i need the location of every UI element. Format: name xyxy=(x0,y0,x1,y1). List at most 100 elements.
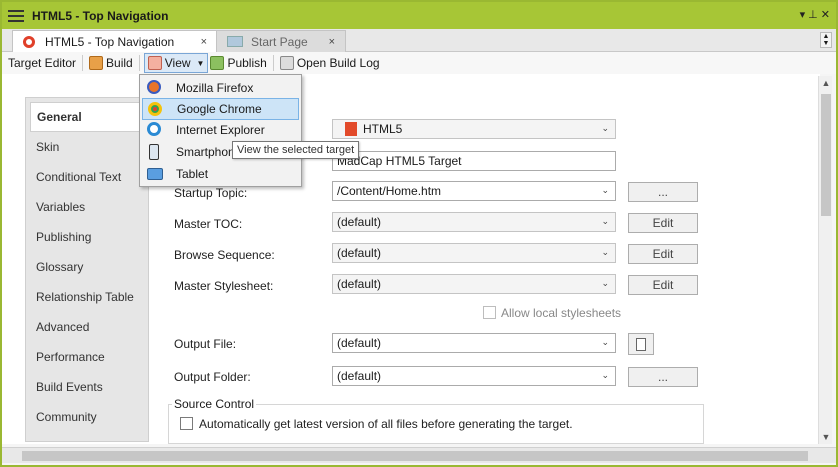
tab-scroll-button[interactable]: ▲ ▼ xyxy=(820,32,832,48)
menu-item-tablet[interactable]: Tablet xyxy=(142,163,299,185)
sidebar-item-conditional-text[interactable]: Conditional Text xyxy=(26,162,150,192)
output-file-button[interactable] xyxy=(628,333,654,355)
output-folder-select[interactable]: (default) ⌄ xyxy=(332,366,616,386)
allow-local-stylesheets-label: Allow local stylesheets xyxy=(501,306,622,320)
chevron-down-icon: ⌄ xyxy=(601,278,609,288)
output-folder-value: (default) xyxy=(337,369,382,383)
build-label: Build xyxy=(106,56,133,70)
toolbar-separator xyxy=(138,55,140,71)
master-stylesheet-edit-button[interactable]: Edit xyxy=(628,275,698,295)
chevron-down-icon: ⌄ xyxy=(601,185,609,195)
view-dropdown-menu: Mozilla Firefox Google Chrome Internet E… xyxy=(139,74,302,187)
internet-explorer-icon xyxy=(147,122,161,136)
tab-close-icon[interactable]: × xyxy=(329,36,335,48)
tablet-icon xyxy=(147,168,163,180)
tab-strip: HTML5 - Top Navigation × Start Page × xyxy=(2,29,836,52)
scroll-up-icon[interactable]: ▲ xyxy=(819,78,833,88)
allow-local-stylesheets-checkbox[interactable] xyxy=(483,306,496,319)
output-folder-label: Output Folder: xyxy=(174,370,251,384)
sidebar-item-advanced[interactable]: Advanced xyxy=(26,312,150,342)
tab-html5-top-navigation[interactable]: HTML5 - Top Navigation × xyxy=(12,30,218,52)
browse-sequence-edit-button[interactable]: Edit xyxy=(628,244,698,264)
master-stylesheet-label: Master Stylesheet: xyxy=(174,279,274,293)
build-icon xyxy=(89,56,104,70)
chevron-down-icon: ⌄ xyxy=(601,216,609,226)
chrome-icon xyxy=(148,102,162,116)
vertical-scrollbar[interactable]: ▲ ▼ xyxy=(818,76,832,444)
publish-button[interactable]: Publish xyxy=(208,53,268,73)
app-window: HTML5 - Top Navigation ▾ ⊥ ✕ HTML5 - Top… xyxy=(0,0,838,467)
sidebar-item-variables[interactable]: Variables xyxy=(26,192,150,222)
publish-label: Publish xyxy=(227,56,267,70)
startup-topic-value: /Content/Home.htm xyxy=(337,184,442,198)
tab-start-page[interactable]: Start Page × xyxy=(216,30,346,52)
menu-item-firefox[interactable]: Mozilla Firefox xyxy=(142,77,299,99)
sidebar-item-performance[interactable]: Performance xyxy=(26,342,150,372)
output-file-value: (default) xyxy=(337,336,382,350)
sidebar-item-community[interactable]: Community xyxy=(26,402,150,432)
tab-label: HTML5 - Top Navigation xyxy=(45,34,175,49)
browse-sequence-value: (default) xyxy=(337,246,382,260)
master-toc-value: (default) xyxy=(337,215,382,229)
window-title: HTML5 - Top Navigation xyxy=(32,8,169,23)
master-toc-select[interactable]: (default) ⌄ xyxy=(332,212,616,232)
master-stylesheet-select[interactable]: (default) ⌄ xyxy=(332,274,616,294)
menu-item-internet-explorer[interactable]: Internet Explorer xyxy=(142,119,299,141)
firefox-icon xyxy=(147,80,161,94)
sidebar-item-glossary[interactable]: Glossary xyxy=(26,252,150,282)
open-build-log-button[interactable]: Open Build Log xyxy=(278,53,382,73)
menu-item-label: Google Chrome xyxy=(177,102,262,116)
chevron-down-icon: ⌄ xyxy=(601,247,609,257)
file-icon xyxy=(636,337,646,351)
output-folder-browse-button[interactable]: ... xyxy=(628,367,698,387)
menu-item-label: Tablet xyxy=(176,167,209,181)
window-titlebar: HTML5 - Top Navigation ▾ ⊥ ✕ xyxy=(2,2,836,29)
horizontal-scrollbar[interactable] xyxy=(2,447,836,463)
sidebar-item-publishing[interactable]: Publishing xyxy=(26,222,150,252)
startup-topic-browse-button[interactable]: ... xyxy=(628,182,698,202)
target-editor-label: Target Editor xyxy=(8,56,77,70)
source-control-label: Source Control xyxy=(172,397,257,411)
menu-icon[interactable] xyxy=(8,9,24,22)
toolbar-separator xyxy=(82,55,84,71)
master-stylesheet-value: (default) xyxy=(337,277,382,291)
chevron-down-icon[interactable]: ▼ xyxy=(197,59,205,68)
toolbar: Target Editor Build View ▼ Publish Open … xyxy=(2,52,836,74)
chevron-down-icon: ⌄ xyxy=(601,370,609,380)
sidebar-item-relationship-table[interactable]: Relationship Table xyxy=(26,282,150,312)
view-button[interactable]: View ▼ xyxy=(143,53,209,73)
scroll-thumb[interactable] xyxy=(821,94,831,216)
master-toc-edit-button[interactable]: Edit xyxy=(628,213,698,233)
output-type-value: HTML5 xyxy=(363,122,403,136)
scroll-thumb[interactable] xyxy=(22,451,808,461)
window-controls[interactable]: ▾ ⊥ ✕ xyxy=(800,8,830,21)
menu-item-chrome[interactable]: Google Chrome xyxy=(142,98,299,120)
menu-item-label: Internet Explorer xyxy=(176,123,265,137)
smartphone-icon xyxy=(149,144,159,160)
auto-get-latest-checkbox[interactable] xyxy=(180,417,193,430)
menu-item-label: Mozilla Firefox xyxy=(176,81,254,95)
target-sidebar: General Skin Conditional Text Variables … xyxy=(25,97,151,442)
target-icon xyxy=(23,35,35,48)
chevron-down-icon: ⌄ xyxy=(601,337,609,347)
description-field[interactable]: MadCap HTML5 Target xyxy=(332,151,616,171)
sidebar-item-general[interactable]: General xyxy=(30,102,151,132)
publish-icon xyxy=(210,56,225,70)
scroll-down-icon[interactable]: ▼ xyxy=(819,432,833,442)
startup-topic-select[interactable]: /Content/Home.htm ⌄ xyxy=(332,181,616,201)
sidebar-item-skin[interactable]: Skin xyxy=(26,132,150,162)
sidebar-item-build-events[interactable]: Build Events xyxy=(26,372,150,402)
build-log-icon xyxy=(279,56,294,70)
output-type-select[interactable]: HTML5 ⌄ xyxy=(332,119,616,139)
tab-close-icon[interactable]: × xyxy=(201,36,207,48)
output-file-select[interactable]: (default) ⌄ xyxy=(332,333,616,353)
browse-sequence-label: Browse Sequence: xyxy=(174,248,275,262)
view-label: View xyxy=(164,56,191,70)
master-toc-label: Master TOC: xyxy=(174,217,243,231)
build-button[interactable]: Build xyxy=(87,53,135,73)
browse-sequence-select[interactable]: (default) ⌄ xyxy=(332,243,616,263)
startup-topic-label: Startup Topic: xyxy=(174,186,248,200)
start-page-icon xyxy=(227,36,243,47)
tab-label: Start Page xyxy=(251,34,308,49)
open-build-log-label: Open Build Log xyxy=(296,56,380,70)
